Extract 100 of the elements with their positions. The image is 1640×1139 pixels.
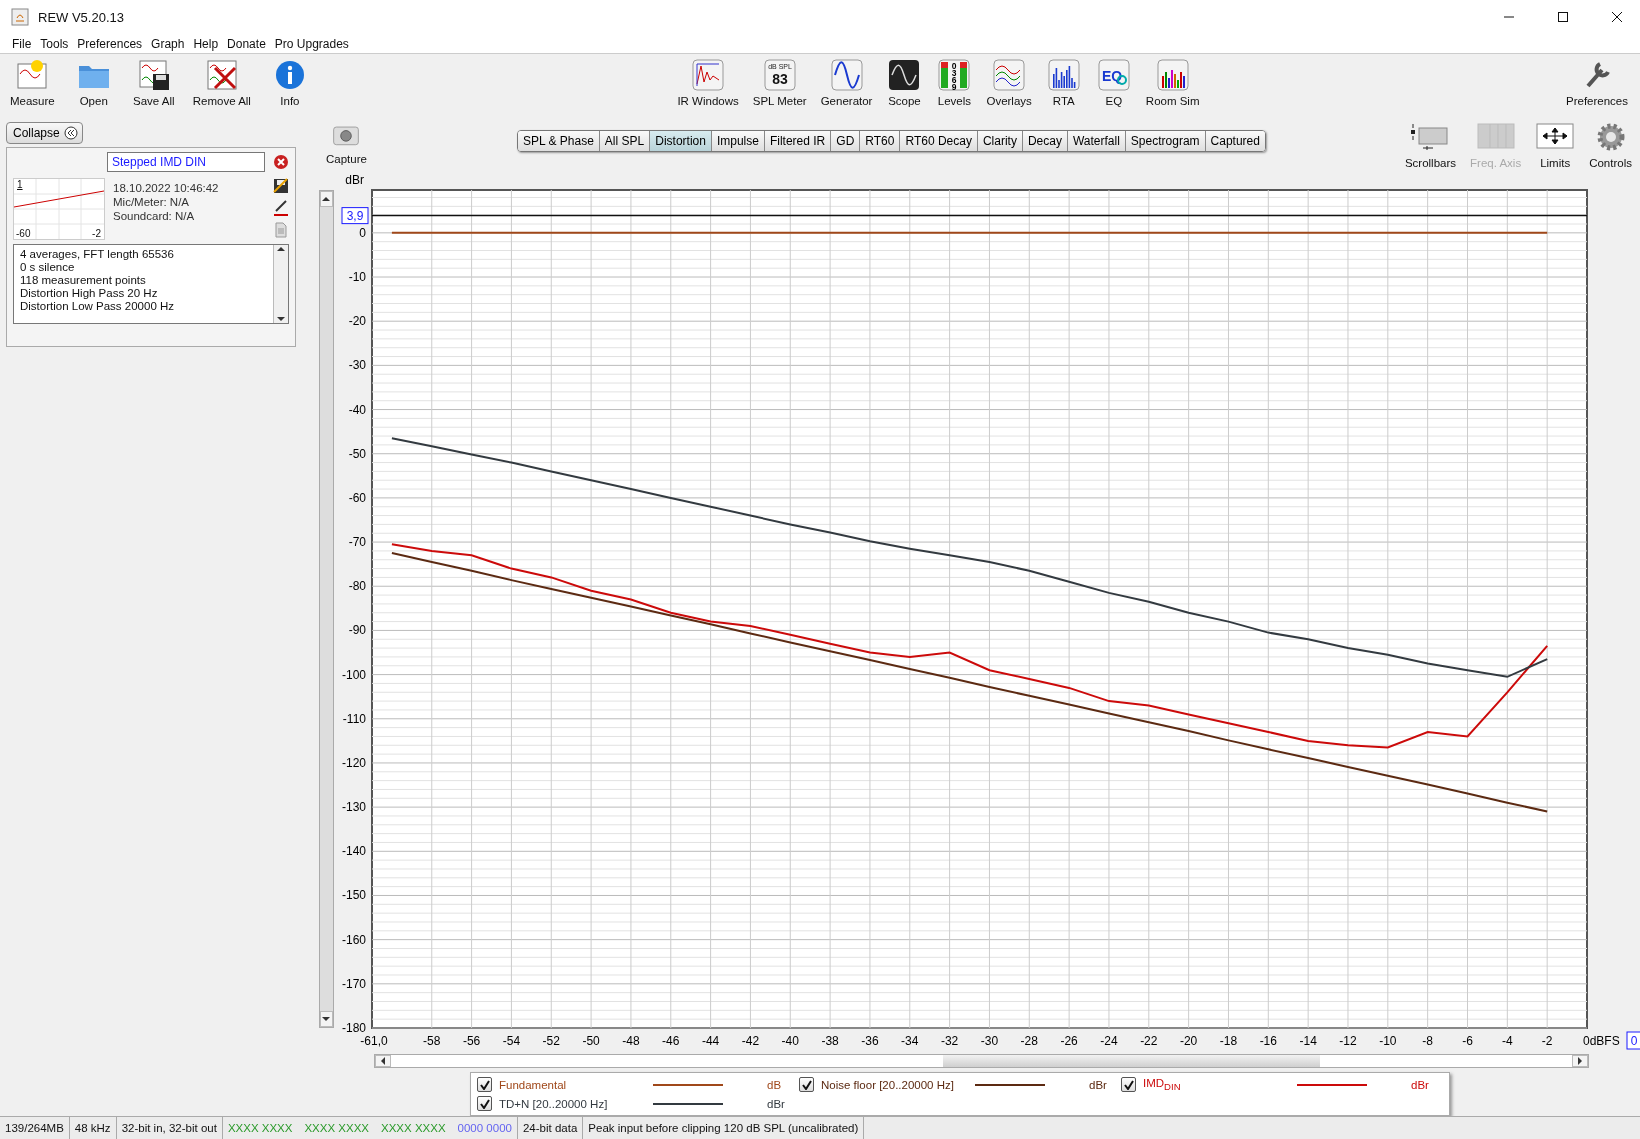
- legend-line: [653, 1102, 723, 1105]
- menu-item[interactable]: Tools: [40, 36, 69, 51]
- bar-graph-icon: [1046, 58, 1081, 92]
- toolbar-button[interactable]: Generator: [818, 58, 875, 107]
- menu-item[interactable]: Help: [193, 36, 219, 51]
- toolbar-button[interactable]: Overlays: [984, 58, 1034, 107]
- tick-label: -150: [341, 888, 366, 903]
- graph-tab[interactable]: Filtered IR: [764, 131, 832, 151]
- legend-label: Fundamental: [499, 1078, 568, 1091]
- ref-line-label: 3,9: [346, 208, 364, 223]
- graph-control-button[interactable]: Scrollbars: [1402, 120, 1459, 169]
- tick-label: -4: [1501, 1033, 1513, 1048]
- tick-label: -140: [341, 844, 366, 859]
- graph-tab[interactable]: SPL & Phase: [517, 131, 600, 151]
- channel-indicator: XXXX XXXX: [381, 1122, 446, 1134]
- checkbox[interactable]: [799, 1077, 814, 1093]
- axis-label: dBr: [345, 173, 364, 187]
- menu-item[interactable]: Pro Upgrades: [274, 36, 349, 51]
- status-text: 139/264MB: [0, 1117, 70, 1139]
- tick-label: -80: [348, 579, 366, 594]
- graph-control-button[interactable]: Controls: [1587, 120, 1634, 169]
- tick-label: -20: [348, 314, 366, 329]
- scrollbar[interactable]: [374, 1053, 1589, 1068]
- checkbox[interactable]: [477, 1077, 492, 1093]
- window-title: REW V5.20.13: [38, 9, 125, 25]
- graph-tab[interactable]: Captured: [1205, 131, 1265, 151]
- graph-tab[interactable]: Waterfall: [1067, 131, 1126, 151]
- graph-tab[interactable]: Spectrogram: [1125, 131, 1206, 151]
- graph-tab[interactable]: RT60: [860, 131, 901, 151]
- graph-tab[interactable]: RT60 Decay: [900, 131, 978, 151]
- capture-button[interactable]: Capture: [324, 120, 369, 165]
- tick-label: -12: [1339, 1033, 1357, 1048]
- legend-unit: dBr: [1410, 1078, 1430, 1091]
- tick-label: -32: [940, 1033, 959, 1048]
- collapse-button[interactable]: Collapse: [6, 122, 83, 144]
- legend-unit: dBr: [1088, 1078, 1108, 1091]
- info-line: 118 measurement points: [20, 274, 147, 286]
- tick-label: -30: [980, 1033, 999, 1048]
- tick-label: -160: [341, 932, 366, 947]
- legend-unit: dB: [766, 1078, 783, 1091]
- graph-tab[interactable]: Clarity: [977, 131, 1023, 151]
- info-line: 4 averages, FFT length 65536: [20, 248, 175, 260]
- measurement-date: 18.10.2022 10:46:42: [113, 182, 220, 194]
- menu-item[interactable]: File: [12, 36, 32, 51]
- tick-label: -110: [342, 711, 366, 726]
- tick-label: -26: [1060, 1033, 1078, 1048]
- status-text: Peak input before clipping 120 dB SPL (uncalibrated): [583, 1117, 865, 1139]
- tick-label: -30: [348, 358, 366, 373]
- pen-icon: [273, 200, 289, 216]
- toolbar-button[interactable]: Save All: [130, 58, 177, 107]
- tick-label: -22: [1140, 1033, 1158, 1048]
- tick-label: -42: [741, 1033, 760, 1048]
- axis-unit: 0dBFS: [1582, 1033, 1620, 1048]
- tick-label: -20: [1179, 1033, 1198, 1048]
- level-meter-icon: 0 3 6 9: [937, 58, 972, 92]
- channel-indicator: XXXX XXXX: [227, 1122, 293, 1134]
- scrollbar[interactable]: [273, 245, 288, 323]
- toolbar-button[interactable]: RTA: [1043, 58, 1084, 107]
- tick-label: -50: [348, 446, 366, 461]
- menu-item[interactable]: Donate: [227, 36, 266, 51]
- toolbar-button[interactable]: IR Windows: [675, 58, 741, 107]
- measurement-name-field[interactable]: Stepped IMD DIN: [107, 152, 265, 172]
- menu-item[interactable]: Preferences: [77, 36, 143, 51]
- toolbar-button[interactable]: Scope: [884, 58, 925, 107]
- graph-tab[interactable]: GD: [831, 131, 861, 151]
- tick-label: -100: [341, 667, 366, 682]
- toolbar-button[interactable]: Measure: [8, 58, 57, 107]
- toolbar-button[interactable]: Room Sim: [1143, 58, 1202, 107]
- document-icon: [273, 222, 289, 238]
- tick-label: -46: [662, 1033, 680, 1048]
- toolbar-button[interactable]: Remove All: [190, 58, 253, 107]
- graph-tab[interactable]: All SPL: [599, 131, 651, 151]
- menu-item[interactable]: Graph: [151, 36, 185, 51]
- toolbar-button[interactable]: Info: [266, 58, 313, 107]
- toolbar-button[interactable]: Preferences: [1564, 58, 1630, 107]
- graph-control-button[interactable]: Limits: [1533, 120, 1578, 169]
- save-icon: [273, 178, 289, 194]
- status-text: 24-bit data: [517, 1117, 584, 1139]
- toolbar-button[interactable]: Open: [70, 58, 117, 107]
- checkbox[interactable]: [477, 1096, 492, 1112]
- toolbar-button[interactable]: 0 3 6 9 Levels: [934, 58, 975, 107]
- soundcard-info: Soundcard: N/A: [113, 210, 196, 222]
- channel-indicator: 0000 0000: [457, 1122, 512, 1134]
- left-arrow-icon: [379, 1056, 387, 1065]
- tick-label: -70: [348, 535, 366, 549]
- tick-label: -28: [1020, 1033, 1038, 1048]
- legend-line: [653, 1083, 723, 1086]
- scope-icon: [887, 58, 922, 92]
- tick-label: -2: [1541, 1033, 1553, 1048]
- graph-tab[interactable]: Impulse: [711, 131, 765, 151]
- scrollbar[interactable]: [319, 189, 334, 1028]
- graph-tab[interactable]: Distortion: [650, 131, 712, 151]
- tick-label: -14: [1299, 1033, 1317, 1048]
- save-icon: [136, 58, 171, 92]
- legend-label: Noise floor [20..20000 Hz]: [821, 1078, 955, 1091]
- tick-label: -48: [622, 1033, 640, 1048]
- graph-tab[interactable]: Decay: [1022, 131, 1068, 151]
- tick-label: -40: [348, 402, 366, 417]
- tick-label: -10: [348, 269, 366, 284]
- checkbox[interactable]: [1121, 1077, 1136, 1093]
